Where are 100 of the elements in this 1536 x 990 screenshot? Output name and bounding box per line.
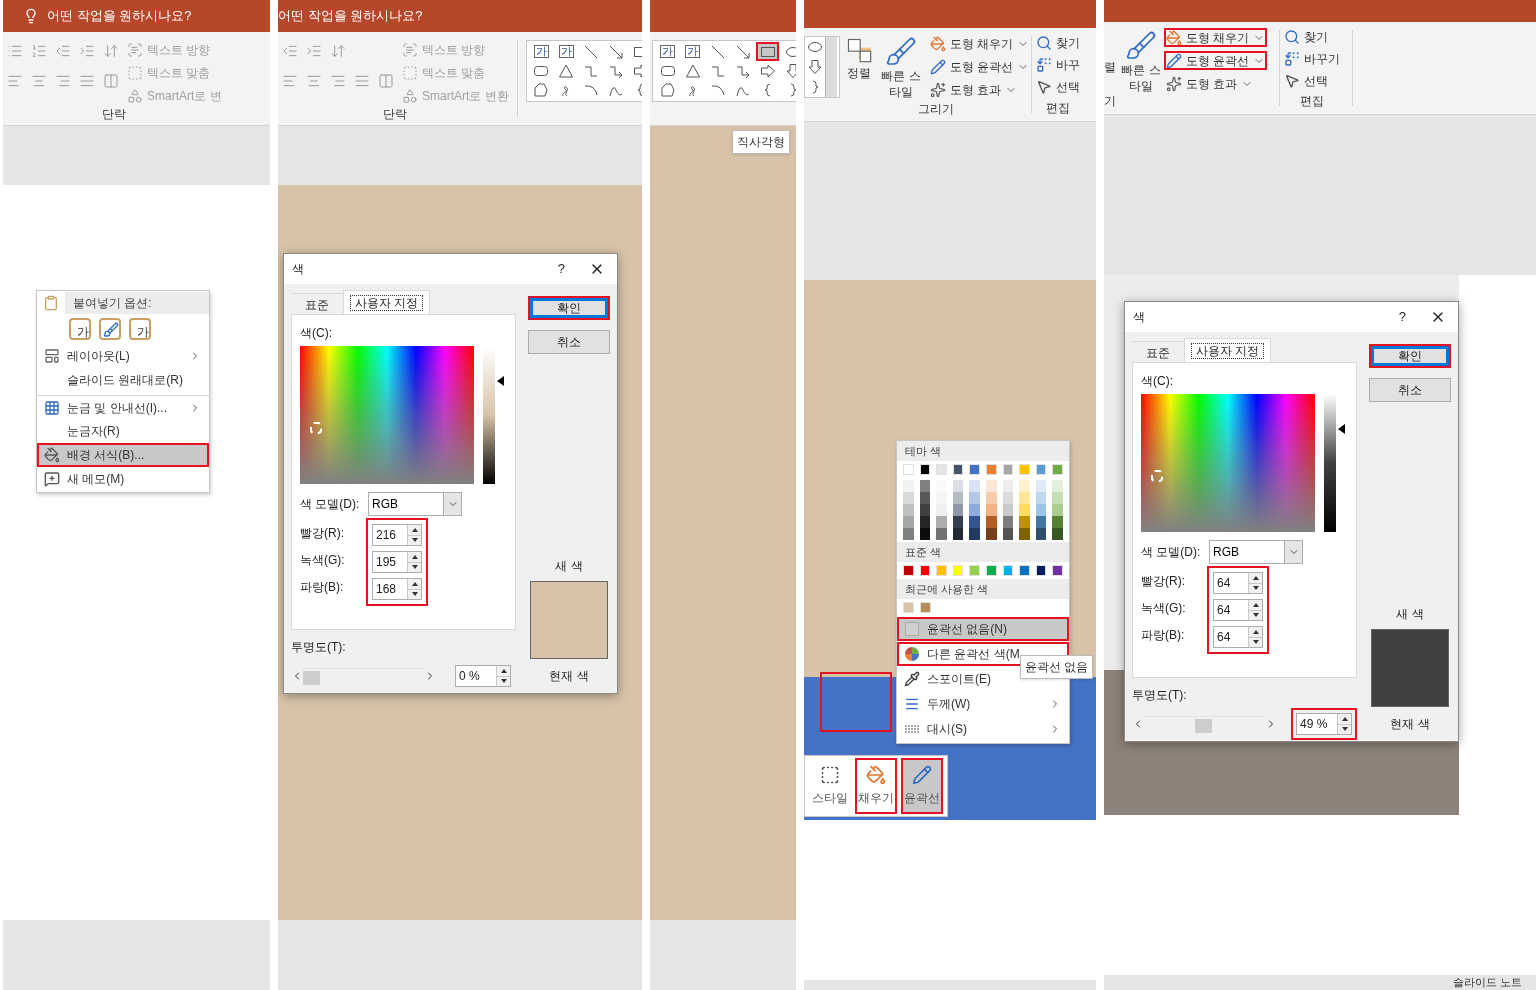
ribbon-command[interactable]: 도형 채우기 [928, 34, 1032, 53]
command-label[interactable]: 도형 효과 [950, 80, 1002, 99]
color-model-select[interactable]: RGB [368, 492, 462, 516]
group-label: 단락 [382, 106, 409, 123]
notes-button[interactable]: 슬라이드 노트 [1452, 975, 1522, 990]
tell-me-field[interactable]: 어떤 작업을 원하시나요? [47, 6, 192, 26]
ribbon-command[interactable]: 선택 [1304, 72, 1329, 90]
menu-label: 눈금자(R) [67, 423, 121, 440]
dialog-tab[interactable]: 사용자 지정 [343, 290, 431, 314]
group-label: 편집 [1045, 100, 1072, 117]
menu-label: 윤곽선 없음(N) [927, 621, 1007, 638]
dialog-tab[interactable]: 사용자 지정 [1184, 338, 1272, 362]
shape-option[interactable]: 가 [681, 42, 704, 61]
spin-field[interactable]: 168 [372, 578, 422, 600]
ribbon-command[interactable]: 바꾸기 [1304, 50, 1341, 68]
tab-label: 표준 [1145, 346, 1171, 360]
paste-option[interactable]: 가 [129, 318, 151, 340]
shape-option[interactable]: 가 [554, 42, 578, 61]
field-label: 색(C): [1141, 373, 1174, 390]
mini-toolbar-button[interactable]: 윤곽선 [901, 758, 943, 814]
field-label: 녹색(G): [1141, 600, 1187, 616]
dialog-button[interactable]: 확인 [1369, 344, 1451, 368]
quick-styles-button[interactable]: 빠른 스타일 [879, 68, 923, 100]
menu-item[interactable]: 윤곽선 없음(N) [897, 617, 1069, 641]
select-value: RGB [1212, 544, 1240, 561]
menu-item[interactable]: 슬라이드 원래대로(R) [37, 368, 209, 392]
field-label: 빨강(R): [1141, 573, 1186, 589]
ribbon-command[interactable]: 찾기 [1304, 28, 1329, 46]
paste-glyph: 가 [137, 326, 149, 338]
spin-field[interactable]: 64 [1213, 626, 1263, 648]
menu-item[interactable]: 대시(S) [897, 717, 1069, 741]
dialog-button[interactable]: 취소 [1369, 378, 1451, 402]
preview-label: 현재 색 [1390, 716, 1430, 733]
tooltip: 윤곽선 없음 [1020, 655, 1094, 679]
field-label: 색 모델(D): [1141, 544, 1202, 561]
quick-styles-button[interactable]: 빠른 스타일 [1119, 62, 1163, 94]
help-button[interactable]: ? [557, 259, 565, 279]
text-box-icon[interactable]: 가 [558, 45, 574, 58]
mini-toolbar-button[interactable]: 스타일 [809, 758, 851, 814]
mini-toolbar-button[interactable]: 채우기 [855, 758, 897, 814]
ribbon-command[interactable]: 도형 효과 [1164, 74, 1268, 93]
text-box-icon[interactable]: 가 [685, 45, 700, 58]
field-value: 64 [1216, 575, 1232, 592]
text-box-icon[interactable]: 가 [533, 45, 549, 58]
menu-label: 다른 윤곽선 색(M [927, 646, 1020, 663]
shape-option[interactable]: 가 [529, 42, 553, 61]
dialog-button[interactable]: 취소 [528, 330, 610, 354]
menu-item[interactable]: 배경 서식(B)... [37, 443, 209, 467]
command-label[interactable]: 도형 채우기 [1186, 28, 1250, 47]
text-box-icon[interactable]: 가 [660, 45, 675, 58]
tell-me-field[interactable]: 어떤 작업을 원하시나요? [278, 6, 423, 26]
spin-field[interactable]: 49 % [1296, 713, 1352, 735]
command-label[interactable]: 도형 윤곽선 [950, 57, 1014, 76]
dialog-button[interactable]: 확인 [528, 296, 610, 320]
group-label: 그리기 [916, 101, 955, 118]
select-value: RGB [371, 496, 399, 513]
ribbon-command[interactable]: 바꾸 [1056, 56, 1081, 74]
color-model-select[interactable]: RGB [1209, 540, 1303, 564]
menu-label: 두께(W) [927, 696, 971, 713]
spin-field[interactable]: 64 [1213, 599, 1263, 621]
field-label: 투명도(T): [291, 639, 347, 656]
ribbon-command[interactable]: 도형 윤곽선 [1164, 51, 1268, 70]
spin-field[interactable]: 216 [372, 524, 422, 546]
menu-item[interactable]: 레이아웃(L) [37, 344, 209, 368]
ribbon-label: 렬 [1104, 59, 1117, 76]
command-label[interactable]: 도형 채우기 [950, 34, 1014, 53]
menu-item[interactable]: 눈금자(R) [37, 419, 209, 443]
preview-label: 새 색 [555, 558, 583, 575]
paste-glyph: 가 [77, 326, 89, 338]
spin-field[interactable]: 0 % [455, 665, 511, 687]
ribbon-command[interactable]: 찾기 [1056, 34, 1081, 52]
menu-label: 대시(S) [927, 721, 967, 738]
ribbon-command[interactable]: 선택 [1056, 78, 1081, 96]
menu-item[interactable]: 새 메모(M) [37, 467, 209, 491]
menu-label: 레이아웃(L) [67, 348, 131, 365]
tab-label: 사용자 지정 [350, 295, 424, 311]
field-value: 64 [1216, 629, 1232, 646]
arrange-button[interactable]: 정렬 [847, 64, 871, 82]
command-label[interactable]: 도형 윤곽선 [1186, 51, 1250, 70]
shape-option[interactable]: 가 [656, 42, 679, 61]
field-value: 216 [375, 527, 398, 544]
ribbon-command[interactable]: 도형 효과 [928, 80, 1032, 99]
ribbon-command[interactable]: 도형 윤곽선 [928, 57, 1032, 76]
spin-field[interactable]: 64 [1213, 572, 1263, 594]
field-value: 0 % [458, 668, 481, 685]
ribbon-label: 기 [1104, 93, 1117, 110]
menu-item[interactable]: 두께(W) [897, 692, 1069, 716]
menu-header: 테마 색 [897, 441, 1069, 461]
spin-field[interactable]: 195 [372, 551, 422, 573]
dialog-title: 색 [1133, 309, 1146, 326]
help-button[interactable]: ? [1398, 307, 1406, 327]
command-label[interactable]: 도형 효과 [1186, 74, 1238, 93]
tooltip: 직사각형 [732, 130, 790, 154]
menu-item[interactable]: 눈금 및 안내선(I)... [37, 395, 209, 419]
tab-label: 표준 [304, 298, 330, 312]
field-value: 64 [1216, 602, 1232, 619]
paste-option[interactable]: 가 [69, 318, 91, 340]
ribbon-command[interactable]: 도형 채우기 [1164, 28, 1268, 47]
field-label: 색(C): [300, 325, 333, 342]
menu-header: 표준 색 [897, 542, 1069, 562]
